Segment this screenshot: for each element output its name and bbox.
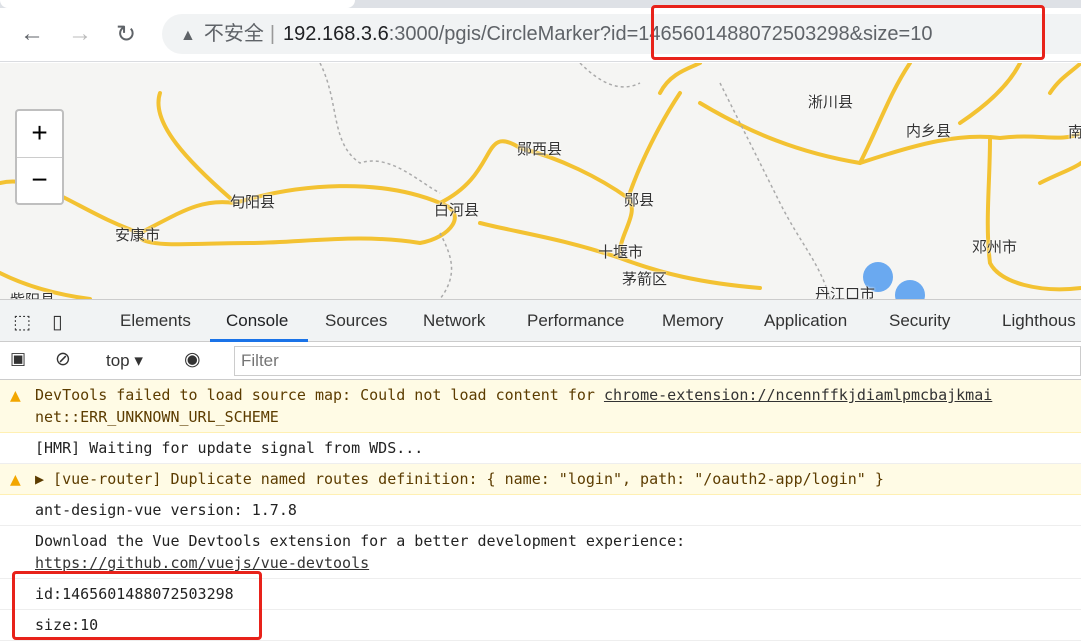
message-text: [HMR] Waiting for update signal from WDS… [35, 439, 424, 457]
zoom-out-button[interactable]: − [17, 157, 62, 203]
warning-icon: ▲ [10, 388, 21, 404]
message-link[interactable]: chrome-extension://ncennffkjdiamlpmcbajk… [604, 386, 992, 404]
url-host: 192.168.3.6 [283, 23, 389, 45]
console-message: [HMR] Waiting for update signal from WDS… [0, 433, 1081, 464]
map-label: 紫阳县 [10, 289, 55, 299]
tab-memory[interactable]: Memory [662, 311, 723, 331]
map-roads [0, 63, 1081, 299]
message-text: ant-design-vue version: 1.7.8 [35, 501, 297, 519]
console-message: ant-design-vue version: 1.7.8 [0, 495, 1081, 526]
tab-network[interactable]: Network [423, 311, 485, 331]
map-label: 十堰市 [598, 244, 644, 261]
message-text: Download the Vue Devtools extension for … [35, 532, 686, 550]
map-label: 淅川县 [808, 94, 854, 111]
filter-input[interactable] [234, 346, 1081, 376]
zoom-control: + − [15, 109, 64, 205]
tab-performance[interactable]: Performance [527, 311, 624, 331]
tab-console[interactable]: Console [226, 311, 288, 331]
map-label: 郧县 [624, 192, 655, 209]
message-link[interactable]: https://github.com/vuejs/vue-devtools [35, 554, 369, 572]
browser-tab[interactable] [0, 0, 355, 8]
message-text: DevTools failed to load source map: Coul… [35, 386, 604, 404]
map-label: 旬阳县 [230, 194, 276, 211]
zoom-in-button[interactable]: + [17, 111, 62, 157]
map-label: 南 [1068, 124, 1081, 141]
map-label: 丹江口市 [815, 286, 876, 299]
console-message-warning: ▲ DevTools failed to load source map: Cou… [0, 380, 1081, 433]
map-label: 邓州市 [972, 239, 1018, 256]
message-text: ▶ [vue-router] Duplicate named routes de… [35, 470, 884, 488]
tab-elements[interactable]: Elements [120, 311, 191, 331]
highlight-box-url [651, 5, 1045, 60]
highlight-box-console [12, 571, 262, 640]
devtools-tabs: ⬚ ▯ Elements Console Sources Network Per… [0, 300, 1081, 342]
clear-console-icon[interactable]: ⊘ [55, 348, 71, 371]
inspect-element-icon[interactable]: ⬚ [13, 311, 31, 334]
tab-security[interactable]: Security [889, 311, 950, 331]
sidebar-toggle-icon[interactable]: ▣ [10, 349, 26, 369]
forward-icon[interactable]: → [68, 20, 92, 48]
device-toolbar-icon[interactable]: ▯ [52, 311, 62, 334]
context-value: top [106, 351, 130, 370]
warning-icon[interactable]: ▲ [180, 27, 196, 44]
back-icon[interactable]: ← [20, 20, 44, 48]
map-label: 郧西县 [517, 141, 563, 158]
map-label: 安康市 [115, 227, 161, 244]
message-text: net::ERR_UNKNOWN_URL_SCHEME [35, 408, 279, 426]
eye-icon[interactable]: ◉ [184, 348, 201, 371]
map-label: 白河县 [434, 202, 480, 219]
url-path: :3000/pgis/CircleMarker [388, 23, 600, 45]
divider: | [269, 23, 276, 45]
reload-icon[interactable]: ↻ [116, 20, 136, 49]
tab-lighthouse[interactable]: Lighthous [1002, 311, 1076, 331]
map[interactable]: + − 淅川县 内乡县 郧西县 旬阳县 白河县 郧县 十堰市 茅箭区 安康市 邓… [0, 63, 1081, 299]
context-selector[interactable]: top ▾ [106, 351, 143, 371]
map-label: 茅箭区 [622, 271, 668, 288]
console-toolbar: ▣ ⊘ top ▾ ◉ [0, 342, 1081, 380]
security-label[interactable]: 不安全 [204, 23, 264, 45]
circle-marker[interactable] [895, 280, 925, 299]
warning-icon: ▲ [10, 472, 21, 488]
tab-application[interactable]: Application [764, 311, 847, 331]
map-label: 内乡县 [906, 123, 952, 140]
tab-sources[interactable]: Sources [325, 311, 387, 331]
console-message-warning[interactable]: ▲ ▶ [vue-router] Duplicate named routes d… [0, 464, 1081, 495]
